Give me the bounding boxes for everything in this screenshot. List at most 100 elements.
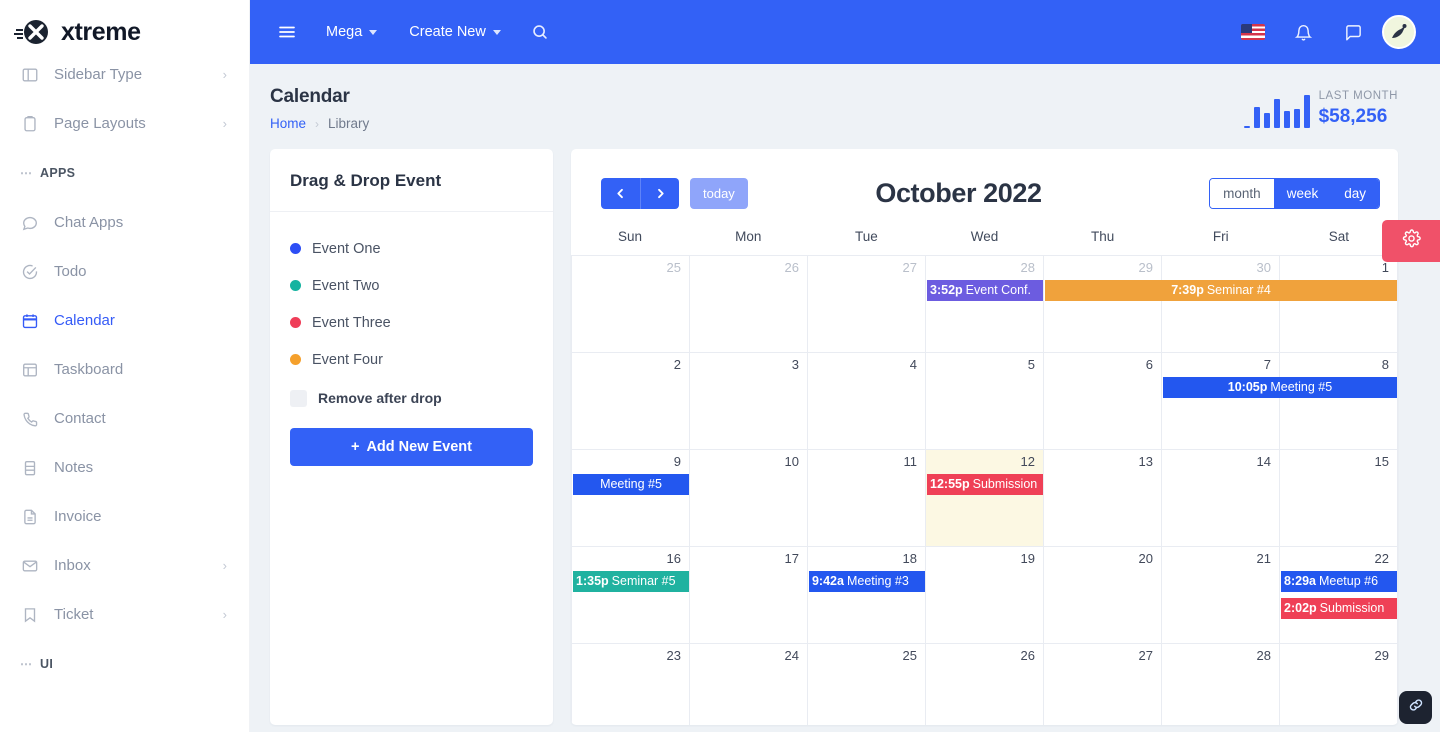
brand-logo[interactable]: xtreme [0, 0, 249, 64]
draggable-event-4[interactable]: Event Four [290, 341, 533, 378]
day-number: 1 [1381, 260, 1389, 275]
search-icon[interactable] [519, 11, 561, 53]
day-number: 9 [673, 454, 681, 469]
calendar-day-cell[interactable]: 4 [808, 353, 926, 450]
calendar-day-cell[interactable]: 6 [1044, 353, 1162, 450]
day-number: 17 [784, 551, 799, 566]
sparkline-bar [1283, 110, 1290, 128]
calendar-day-cell[interactable]: 10 [690, 450, 808, 547]
hamburger-menu-icon[interactable] [266, 11, 308, 53]
draggable-event-2[interactable]: Event Two [290, 267, 533, 304]
calendar-event[interactable]: 7:39p Seminar #4 [1044, 280, 1397, 301]
us-flag-icon[interactable] [1232, 11, 1274, 53]
calendar-day-cell[interactable]: 1 [1280, 256, 1398, 353]
calendar-day-cell[interactable]: 12 [926, 450, 1044, 547]
event-color-dot [290, 354, 301, 365]
remove-after-drop-toggle[interactable]: Remove after drop [290, 378, 533, 418]
calendar-day-cell[interactable]: 2 [572, 353, 690, 450]
calendar-day-cell[interactable]: 27 [808, 256, 926, 353]
calendar-day-cell[interactable]: 3 [690, 353, 808, 450]
sparkline-bar [1253, 106, 1260, 128]
prev-month-button[interactable] [601, 177, 640, 209]
calendar-day-cell[interactable]: 22 [1280, 547, 1398, 644]
calendar-day-cell[interactable]: 20 [1044, 547, 1162, 644]
sidebar-item-contact[interactable]: Contact [0, 394, 249, 443]
calendar-event[interactable]: Meeting #5 [573, 474, 689, 495]
calendar-day-cell[interactable]: 9 [572, 450, 690, 547]
settings-panel-toggle[interactable] [1382, 220, 1440, 262]
draggable-event-1[interactable]: Event One [290, 230, 533, 267]
bell-icon[interactable] [1282, 11, 1324, 53]
checkbox-icon[interactable] [290, 389, 307, 407]
user-avatar[interactable] [1382, 15, 1416, 49]
calendar-day-cell[interactable]: 28 [1162, 644, 1280, 725]
sidebar-item-todo[interactable]: Todo [0, 247, 249, 296]
sidebar-item-invoice[interactable]: Invoice [0, 492, 249, 541]
message-icon[interactable] [1332, 11, 1374, 53]
breadcrumb-home[interactable]: Home [270, 116, 306, 131]
calendar-event[interactable]: 3:52p Event Conf. [927, 280, 1043, 301]
sidebar-item-chat-apps[interactable]: Chat Apps [0, 198, 249, 247]
calendar-day-cell[interactable]: 30 [1162, 256, 1280, 353]
taskboard-icon [20, 360, 40, 380]
calendar-day-cell[interactable]: 25 [572, 256, 690, 353]
calendar-event[interactable]: 1:35p Seminar #5 [573, 571, 689, 592]
event-title: Meetup #6 [1318, 574, 1379, 588]
sidebar-item-inbox[interactable]: Inbox › [0, 541, 249, 590]
calendar-day-cell[interactable]: 13 [1044, 450, 1162, 547]
calendar-day-cell[interactable]: 29 [1280, 644, 1398, 725]
sidebar-item-calendar[interactable]: Calendar [0, 296, 249, 345]
calendar-event[interactable]: 9:42a Meeting #3 [808, 571, 925, 592]
calendar-week-row: 9 10 11 12 13 14 15 Meeting #5 12:55p Submission [572, 450, 1398, 547]
calendar-day-cell[interactable]: 7 [1162, 353, 1280, 450]
calendar-day-cell[interactable]: 5 [926, 353, 1044, 450]
calendar-icon [20, 311, 40, 331]
calendar-day-cell[interactable]: 29 [1044, 256, 1162, 353]
sidebar: xtreme Sidebar Type › Page Layouts › ⋯ A… [0, 0, 250, 732]
view-day-button[interactable]: day [1331, 178, 1379, 208]
calendar-day-cell[interactable]: 18 [808, 547, 926, 644]
next-month-button[interactable] [640, 177, 679, 209]
calendar-day-cell[interactable]: 19 [926, 547, 1044, 644]
calendar-day-cell[interactable]: 26 [690, 256, 808, 353]
calendar-day-cell[interactable]: 24 [690, 644, 808, 725]
sidebar-item-ticket[interactable]: Ticket › [0, 590, 249, 639]
calendar-day-cell[interactable]: 8 [1280, 353, 1398, 450]
phone-icon [20, 409, 40, 429]
nav-mega-menu[interactable]: Mega [312, 12, 391, 52]
day-number: 7 [1263, 357, 1271, 372]
calendar-day-cell[interactable]: 14 [1162, 450, 1280, 547]
event-title: Meeting #3 [846, 574, 909, 588]
calendar-day-cell[interactable]: 28 [926, 256, 1044, 353]
sidebar-item-notes[interactable]: Notes [0, 443, 249, 492]
calendar-day-cell[interactable]: 27 [1044, 644, 1162, 725]
calendar-day-cell[interactable]: 16 [572, 547, 690, 644]
draggable-event-3[interactable]: Event Three [290, 304, 533, 341]
chain-link-button[interactable] [1399, 691, 1432, 724]
calendar-day-cell[interactable]: 11 [808, 450, 926, 547]
event-color-dot [290, 243, 301, 254]
add-new-event-button[interactable]: + Add New Event [290, 428, 533, 466]
calendar-event[interactable]: 10:05p Meeting #5 [1163, 377, 1397, 398]
event-title: Submission [1319, 601, 1385, 615]
view-month-button[interactable]: month [1210, 178, 1274, 208]
calendar-day-cell[interactable]: 25 [808, 644, 926, 725]
sidebar-section-label: UI [40, 657, 54, 671]
weekday-tue: Tue [854, 229, 878, 244]
calendar-day-cell[interactable]: 23 [572, 644, 690, 725]
calendar-day-cell[interactable]: 17 [690, 547, 808, 644]
calendar-event[interactable]: 12:55p Submission [927, 474, 1043, 495]
calendar-view-switcher: month week day [1209, 177, 1380, 209]
view-week-button[interactable]: week [1273, 178, 1332, 208]
sidebar-item-taskboard[interactable]: Taskboard [0, 345, 249, 394]
calendar-day-cell[interactable]: 21 [1162, 547, 1280, 644]
calendar-event[interactable]: 8:29a Meetup #6 [1281, 571, 1397, 592]
nav-create-new-menu[interactable]: Create New [395, 12, 515, 52]
sidebar-item-label: Calendar [54, 312, 115, 329]
calendar-event[interactable]: 2:02p Submission [1281, 598, 1397, 619]
day-number: 23 [666, 648, 681, 663]
sidebar-item-page-layouts[interactable]: Page Layouts › [0, 99, 249, 148]
calendar-day-cell[interactable]: 26 [926, 644, 1044, 725]
envelope-icon [20, 556, 40, 576]
calendar-day-cell[interactable]: 15 [1280, 450, 1398, 547]
